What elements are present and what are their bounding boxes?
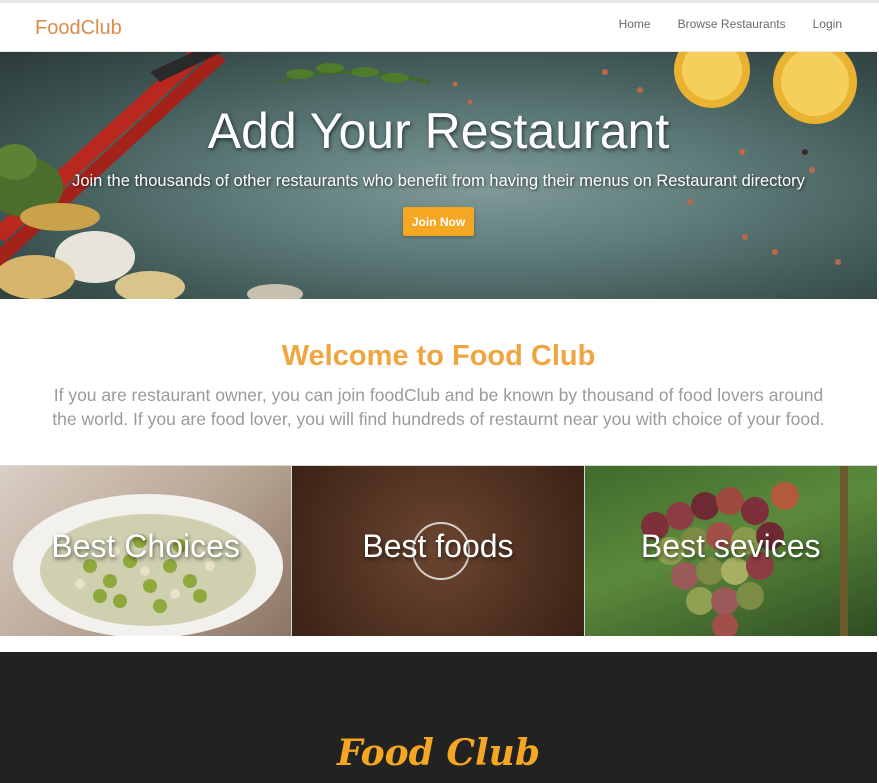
tile-label-best-choices: Best Choices <box>51 528 240 564</box>
tile-best-choices[interactable]: Best Choices <box>0 466 293 636</box>
tile-best-services[interactable]: Best sevices <box>584 466 877 636</box>
join-now-button[interactable]: Join Now <box>403 207 474 236</box>
nav-link-browse-restaurants[interactable]: Browse Restaurants <box>651 17 786 31</box>
navbar: FoodClub Home Browse Restaurants Login <box>0 3 879 52</box>
tile-label-best-foods: Best foods <box>362 528 514 564</box>
footer-brand: Food Club <box>337 732 540 774</box>
tile-best-foods[interactable]: Best foods <box>292 466 585 636</box>
welcome-text: If you are restaurant owner, you can joi… <box>52 385 825 429</box>
feature-tiles: Best Choices Best foods Best sevices <box>0 465 877 636</box>
footer: Food Club <box>0 652 877 783</box>
hero-banner: Add Your Restaurant Join the thousands o… <box>0 52 877 299</box>
nav-link-login[interactable]: Login <box>786 17 842 31</box>
hero-subtitle: Join the thousands of other restaurants … <box>72 172 805 190</box>
nav-link-home[interactable]: Home <box>592 17 651 31</box>
hero-title: Add Your Restaurant <box>207 103 670 159</box>
brand-logo[interactable]: FoodClub <box>35 17 122 40</box>
tile-label-best-services: Best sevices <box>640 528 821 564</box>
nav-links: Home Browse Restaurants Login <box>592 17 842 31</box>
welcome-title: Welcome to Food Club <box>281 340 596 372</box>
